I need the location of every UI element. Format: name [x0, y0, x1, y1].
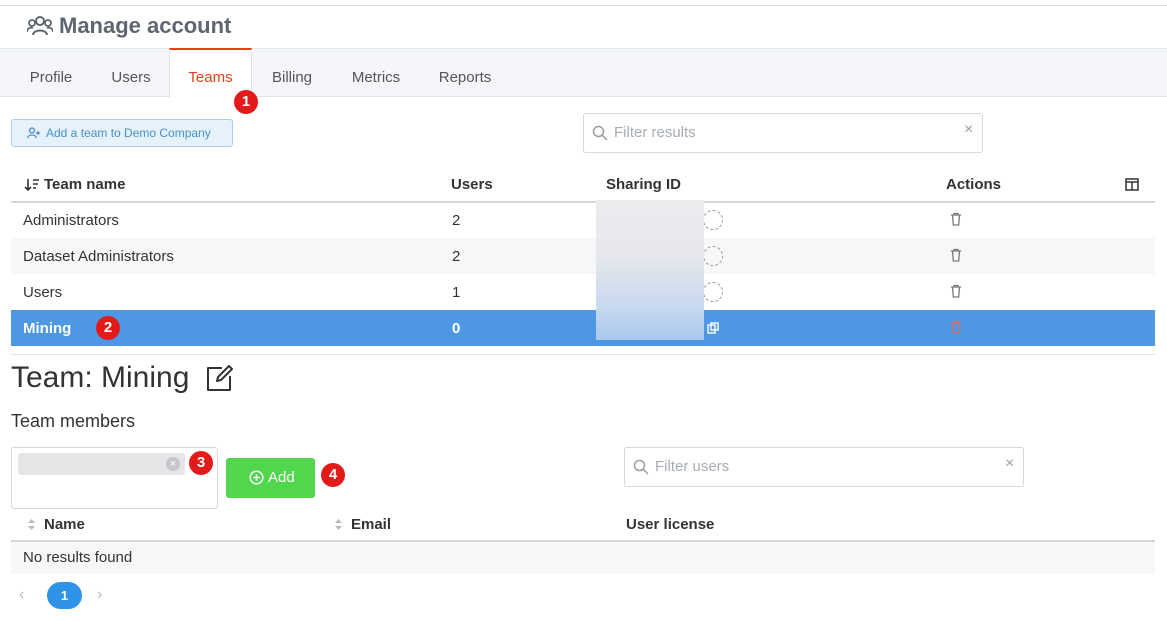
- sort-icon[interactable]: [334, 518, 343, 531]
- trash-icon[interactable]: [950, 212, 962, 226]
- search-icon: [633, 459, 649, 475]
- team-name: Dataset Administrators: [23, 248, 174, 265]
- team-name: Users: [23, 284, 63, 301]
- team-users-count: 2: [452, 248, 461, 265]
- empty-message: No results found: [23, 549, 133, 566]
- trash-icon[interactable]: [950, 248, 962, 262]
- tab-reports[interactable]: Reports: [422, 48, 508, 97]
- users-icon: [26, 15, 54, 37]
- annotation-badge-2: 2: [96, 316, 120, 340]
- team-name: Mining: [23, 320, 72, 337]
- add-member-button[interactable]: Add: [226, 458, 315, 498]
- column-user-license: User license: [626, 516, 715, 533]
- team-members-label: Team members: [11, 411, 136, 431]
- prev-page-button[interactable]: ‹: [19, 586, 24, 604]
- team-name: Administrators: [23, 212, 119, 229]
- annotation-badge-4: 4: [321, 463, 345, 487]
- annotation-badge-3: 3: [189, 451, 213, 475]
- team-users-count: 2: [452, 212, 461, 229]
- copy-icon[interactable]: [703, 246, 723, 266]
- column-sharing-id: Sharing ID: [606, 176, 682, 193]
- table-row[interactable]: Dataset Administrators 2: [11, 238, 1155, 274]
- annotation-badge-1: 1: [234, 90, 258, 114]
- filter-users-placeholder: Filter users: [655, 458, 730, 475]
- empty-row: No results found: [11, 542, 1155, 574]
- clear-filter-icon[interactable]: ×: [964, 121, 973, 139]
- clear-filter-users-icon[interactable]: ×: [1005, 455, 1014, 473]
- filter-results-placeholder: Filter results: [614, 124, 696, 141]
- table-row[interactable]: Administrators 2: [11, 202, 1155, 238]
- team-heading: Team: Mining: [11, 361, 190, 394]
- team-users-count: 0: [452, 320, 461, 337]
- column-users: Users: [451, 176, 493, 193]
- tab-billing[interactable]: Billing: [252, 48, 332, 97]
- column-actions: Actions: [946, 176, 1002, 193]
- add-member-label: Add: [268, 469, 295, 486]
- redacted-sharing-ids: [596, 200, 704, 340]
- plus-circle-icon: [249, 470, 264, 485]
- sort-icon[interactable]: [27, 518, 36, 531]
- search-icon: [592, 125, 608, 141]
- tab-profile[interactable]: Profile: [8, 48, 94, 97]
- table-row[interactable]: Users 1: [11, 274, 1155, 310]
- copy-icon[interactable]: [703, 210, 723, 230]
- add-team-label: Add a team to Demo Company: [46, 126, 211, 140]
- filter-results-input[interactable]: Filter results ×: [583, 113, 983, 153]
- page-1-button[interactable]: 1: [47, 582, 82, 609]
- column-settings-icon[interactable]: [1125, 178, 1139, 191]
- table-row-selected[interactable]: Mining 0: [11, 310, 1155, 346]
- column-team-name[interactable]: Team name: [44, 176, 125, 193]
- next-page-button[interactable]: ›: [97, 586, 102, 604]
- tab-users[interactable]: Users: [90, 48, 172, 97]
- column-name[interactable]: Name: [44, 516, 85, 533]
- add-team-button[interactable]: Add a team to Demo Company: [11, 119, 233, 147]
- tab-metrics[interactable]: Metrics: [333, 48, 419, 97]
- sort-icon[interactable]: [24, 178, 40, 192]
- edit-icon[interactable]: [204, 364, 234, 394]
- remove-tag-icon[interactable]: ×: [166, 457, 180, 471]
- page-title: Manage account: [59, 13, 232, 38]
- filter-users-input[interactable]: Filter users ×: [624, 447, 1024, 487]
- add-user-icon: [27, 127, 40, 139]
- team-users-count: 1: [452, 284, 461, 301]
- trash-icon[interactable]: [950, 320, 962, 334]
- copy-icon[interactable]: [703, 282, 723, 302]
- copy-icon[interactable]: [707, 322, 719, 334]
- table-bottom-divider: [11, 354, 1155, 355]
- selected-member-tag: [18, 453, 185, 475]
- column-email[interactable]: Email: [351, 516, 391, 533]
- trash-icon[interactable]: [950, 284, 962, 298]
